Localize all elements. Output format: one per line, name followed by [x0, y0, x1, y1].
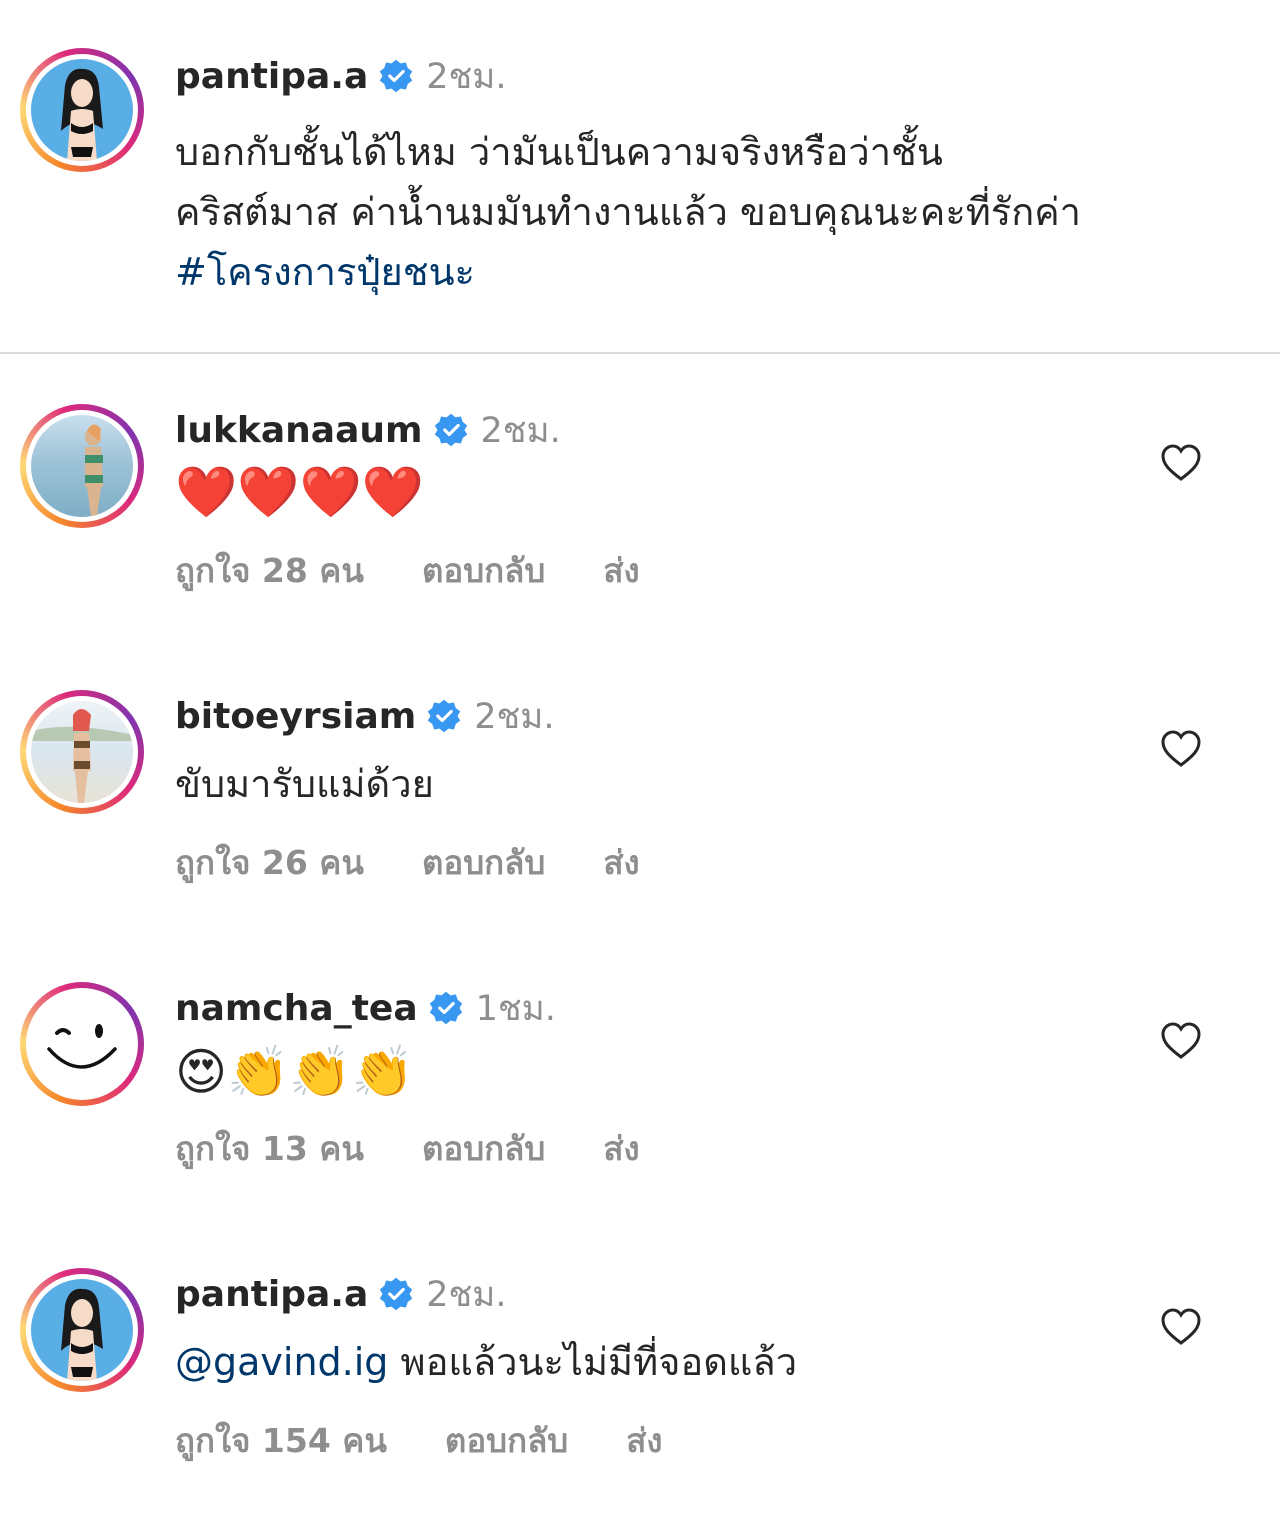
avatar[interactable] [20, 982, 144, 1106]
send-button[interactable]: ส่ง [603, 1122, 639, 1175]
username[interactable]: namcha_tea [175, 988, 418, 1029]
timestamp: 2ชม. [480, 410, 561, 451]
username[interactable]: lukkanaaum [175, 410, 423, 451]
reply-button[interactable]: ตอบกลับ [422, 836, 545, 889]
mention-link[interactable]: @gavind.ig [175, 1340, 388, 1384]
comment: namcha_tea 1ชม. 😍👏👏👏 ถูกใจ 13 คน ตอบกลับ… [0, 976, 1280, 1196]
avatar[interactable] [20, 690, 144, 814]
caption-text: บอกกับชั้นได้ไหม ว่ามันเป็นความจริงหรือว… [175, 122, 1081, 302]
caption-line-1: บอกกับชั้นได้ไหม ว่ามันเป็นความจริงหรือว… [175, 130, 943, 174]
timestamp: 2ชม. [474, 696, 555, 737]
post-caption: pantipa.a 2ชม. บอกกับชั้นได้ไหม ว่ามันเป… [0, 42, 1280, 352]
send-button[interactable]: ส่ง [603, 836, 639, 889]
verified-badge-icon [429, 991, 462, 1025]
heart-outline-icon[interactable] [1160, 730, 1202, 768]
username[interactable]: bitoeyrsiam [175, 696, 416, 737]
username[interactable]: pantipa.a [175, 56, 368, 97]
send-button[interactable]: ส่ง [603, 544, 639, 597]
avatar[interactable] [20, 404, 144, 528]
username[interactable]: pantipa.a [175, 1274, 368, 1315]
verified-badge-icon [380, 1277, 413, 1311]
caption-line-2: คริสต์มาส ค่าน้ำนมมันทำงานแล้ว ขอบคุณนะค… [175, 190, 1081, 234]
divider [0, 352, 1280, 354]
comment: bitoeyrsiam 2ชม. ขับมารับแม่ด้วย ถูกใจ 2… [0, 684, 1280, 904]
comment-text: พอแล้วนะไม่มีที่จอดแล้ว [400, 1340, 798, 1384]
reply-button[interactable]: ตอบกลับ [422, 1122, 545, 1175]
comment-text: 😍👏👏👏 [175, 1043, 414, 1101]
verified-badge-icon [380, 59, 413, 93]
comment-text: ❤️❤️❤️❤️ [175, 463, 425, 521]
like-count[interactable]: ถูกใจ 13 คน [175, 1122, 364, 1175]
timestamp: 2ชม. [426, 1274, 507, 1315]
timestamp: 2ชม. [426, 56, 507, 97]
like-count[interactable]: ถูกใจ 28 คน [175, 544, 364, 597]
heart-outline-icon[interactable] [1160, 1308, 1202, 1346]
reply-button[interactable]: ตอบกลับ [422, 544, 545, 597]
verified-badge-icon [428, 699, 461, 733]
like-count[interactable]: ถูกใจ 26 คน [175, 836, 364, 889]
avatar[interactable] [20, 1268, 144, 1392]
timestamp: 1ชม. [475, 988, 556, 1029]
comment: pantipa.a 2ชม. @gavind.ig พอแล้วนะไม่มีท… [0, 1262, 1280, 1482]
like-count[interactable]: ถูกใจ 154 คน [175, 1414, 387, 1467]
reply-button[interactable]: ตอบกลับ [445, 1414, 568, 1467]
heart-outline-icon[interactable] [1160, 1022, 1202, 1060]
comment-text: ขับมารับแม่ด้วย [175, 762, 434, 806]
verified-badge-icon [434, 413, 467, 447]
heart-outline-icon[interactable] [1160, 444, 1202, 482]
avatar[interactable] [20, 48, 144, 172]
comment: lukkanaaum 2ชม. ❤️❤️❤️❤️ ถูกใจ 28 คน ตอบ… [0, 398, 1280, 618]
send-button[interactable]: ส่ง [626, 1414, 662, 1467]
hashtag-link[interactable]: #โครงการปุ๋ยชนะ [175, 242, 1081, 302]
